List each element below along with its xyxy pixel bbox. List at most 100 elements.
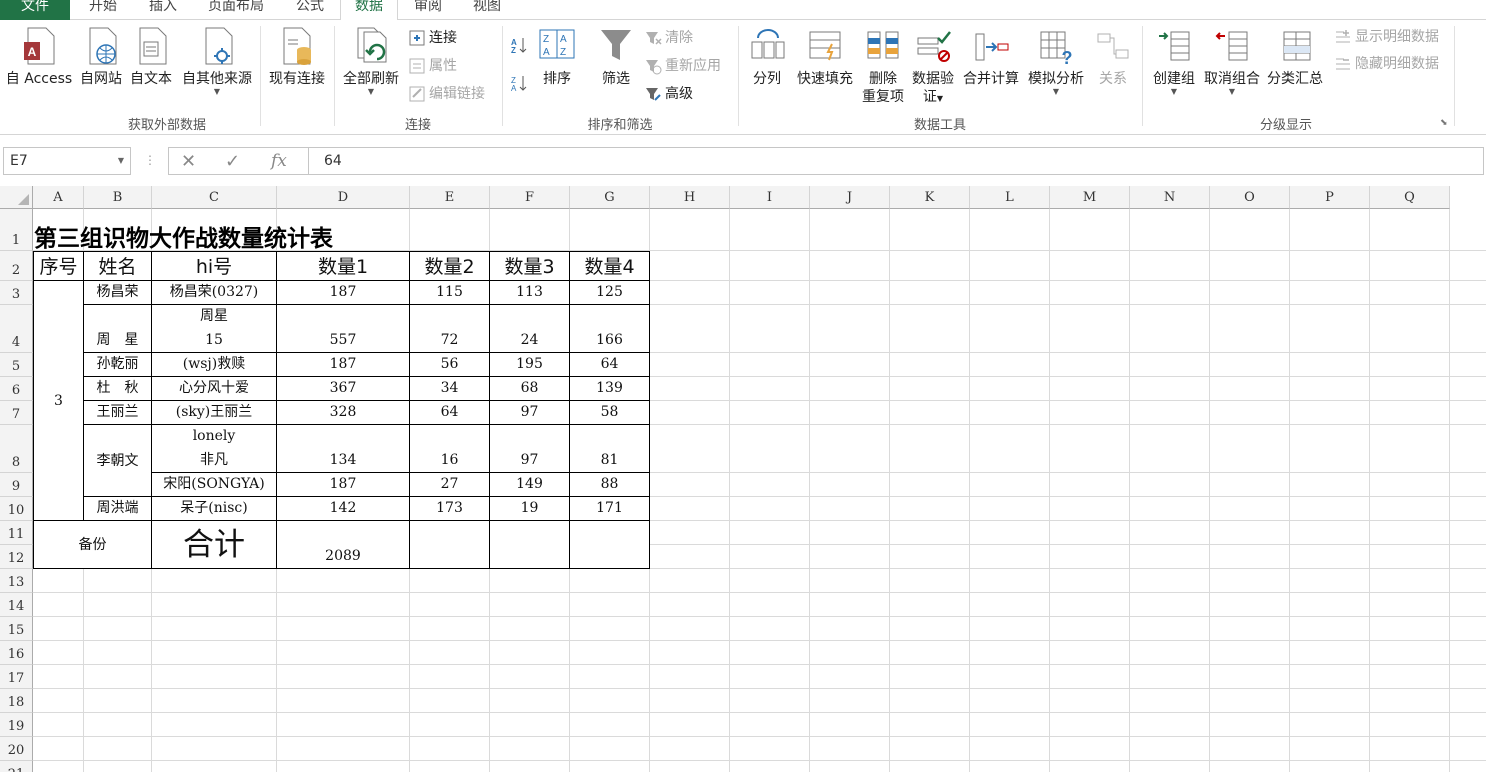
empty-cell[interactable] — [410, 521, 490, 569]
column-header-q[interactable]: Q — [1370, 186, 1450, 209]
row-header[interactable]: 5 — [0, 353, 33, 377]
quantity-cell[interactable]: 195 — [490, 353, 570, 377]
quantity-cell[interactable]: 56 — [410, 353, 490, 377]
group-button[interactable]: 创建组 ▼ — [1146, 24, 1202, 96]
quantity-cell[interactable]: 24 — [490, 305, 570, 353]
tab-formulas[interactable]: 公式 — [282, 0, 338, 20]
row-header[interactable]: 8 — [0, 425, 33, 473]
connections-button[interactable]: 连接 — [408, 27, 457, 49]
empty-cell[interactable] — [490, 521, 570, 569]
row-header[interactable]: 9 — [0, 473, 33, 497]
quantity-cell[interactable]: 58 — [570, 401, 650, 425]
existing-connections-button[interactable]: 现有连接 — [264, 24, 330, 88]
total-label-cell[interactable]: 合计 — [152, 521, 277, 569]
name-cell[interactable]: 李朝文 — [84, 425, 152, 497]
name-cell[interactable]: 周洪端 — [84, 497, 152, 521]
what-if-analysis-button[interactable]: ? 模拟分析 ▼ — [1024, 24, 1088, 96]
row-header[interactable]: 15 — [0, 617, 33, 641]
quantity-cell[interactable]: 171 — [570, 497, 650, 521]
name-cell[interactable]: 杜 秋 — [84, 377, 152, 401]
hi-id-cell[interactable]: 宋阳(SONGYA) — [152, 473, 277, 497]
row-header[interactable]: 4 — [0, 305, 33, 353]
row-header[interactable]: 19 — [0, 713, 33, 737]
name-cell[interactable]: 孙乾丽 — [84, 353, 152, 377]
quantity-cell[interactable]: 19 — [490, 497, 570, 521]
clear-filter-button[interactable]: 清除 — [644, 27, 693, 49]
tab-data[interactable]: 数据 — [340, 0, 398, 21]
text-to-columns-button[interactable]: 分列 — [746, 24, 788, 88]
from-access-button[interactable]: A 自 Access — [4, 24, 74, 88]
column-header-l[interactable]: L — [970, 186, 1050, 209]
header-cell[interactable]: 数量3 — [490, 251, 570, 281]
formula-bar-drag-handle[interactable]: ⋮ — [144, 153, 156, 167]
quantity-cell[interactable]: 187 — [277, 353, 410, 377]
relationships-button[interactable]: 关系 — [1092, 24, 1134, 88]
quantity-cell[interactable]: 115 — [410, 281, 490, 305]
sort-button[interactable]: Z A A Z 排序 — [536, 24, 578, 88]
quantity-cell[interactable]: 81 — [570, 425, 650, 473]
dialog-launcher-icon[interactable]: ⬊ — [1440, 118, 1448, 128]
quantity-cell[interactable]: 134 — [277, 425, 410, 473]
filter-button[interactable]: 筛选 — [594, 24, 638, 88]
hi-id-cell[interactable]: 周星 15 — [152, 305, 277, 353]
from-other-sources-button[interactable]: 自其他来源 ▼ — [177, 24, 257, 96]
row-header[interactable]: 13 — [0, 569, 33, 593]
quantity-cell[interactable]: 187 — [277, 473, 410, 497]
column-header-o[interactable]: O — [1210, 186, 1290, 209]
column-header-n[interactable]: N — [1130, 186, 1210, 209]
row-header[interactable]: 2 — [0, 251, 33, 281]
row-header[interactable]: 16 — [0, 641, 33, 665]
hi-id-cell[interactable]: (sky)王丽兰 — [152, 401, 277, 425]
column-header-g[interactable]: G — [570, 186, 650, 209]
select-all-button[interactable] — [0, 186, 33, 209]
quantity-cell[interactable]: 125 — [570, 281, 650, 305]
quantity-cell[interactable]: 367 — [277, 377, 410, 401]
consolidate-button[interactable]: 合并计算 — [958, 24, 1024, 88]
tab-view[interactable]: 视图 — [458, 0, 516, 20]
empty-cell[interactable] — [570, 521, 650, 569]
name-cell[interactable]: 王丽兰 — [84, 401, 152, 425]
column-header-c[interactable]: C — [152, 186, 277, 209]
subtotal-button[interactable]: 分类汇总 — [1264, 24, 1326, 88]
column-header-j[interactable]: J — [810, 186, 890, 209]
quantity-cell[interactable]: 97 — [490, 425, 570, 473]
name-box[interactable]: E7 ▼ — [3, 147, 131, 175]
row-header[interactable]: 11 — [0, 521, 33, 545]
cancel-icon[interactable]: ✕ — [181, 151, 196, 172]
total-value-cell[interactable]: 2089 — [277, 521, 410, 569]
quantity-cell[interactable]: 68 — [490, 377, 570, 401]
column-header-h[interactable]: H — [650, 186, 730, 209]
hide-detail-button[interactable]: 隐藏明细数据 — [1334, 53, 1439, 75]
group-number-cell[interactable]: 3 — [33, 281, 84, 521]
tab-file[interactable]: 文件 — [0, 0, 70, 20]
name-cell[interactable]: 杨昌荣 — [84, 281, 152, 305]
quantity-cell[interactable]: 173 — [410, 497, 490, 521]
row-header[interactable]: 20 — [0, 737, 33, 761]
quantity-cell[interactable]: 149 — [490, 473, 570, 497]
tab-review[interactable]: 审阅 — [398, 0, 458, 20]
column-header-m[interactable]: M — [1050, 186, 1130, 209]
quantity-cell[interactable]: 88 — [570, 473, 650, 497]
quantity-cell[interactable]: 187 — [277, 281, 410, 305]
worksheet-grid[interactable]: ABCDEFGHIJKLMNOPQ 1 2 3 4 5 6 7 8 9 10 11 12 13 14 15 1… — [0, 186, 1486, 772]
quantity-cell[interactable]: 72 — [410, 305, 490, 353]
column-header-b[interactable]: B — [84, 186, 152, 209]
quantity-cell[interactable]: 142 — [277, 497, 410, 521]
row-header[interactable]: 12 — [0, 545, 33, 569]
flash-fill-button[interactable]: 快速填充 — [792, 24, 858, 88]
column-header-e[interactable]: E — [410, 186, 490, 209]
hi-id-cell[interactable]: (wsj)救赎 — [152, 353, 277, 377]
column-header-p[interactable]: P — [1290, 186, 1370, 209]
properties-button[interactable]: 属性 — [408, 55, 457, 77]
header-cell[interactable]: 数量4 — [570, 251, 650, 281]
quantity-cell[interactable]: 34 — [410, 377, 490, 401]
hi-id-cell[interactable]: 呆子(nisc) — [152, 497, 277, 521]
quantity-cell[interactable]: 139 — [570, 377, 650, 401]
tab-home[interactable]: 开始 — [70, 0, 136, 20]
quantity-cell[interactable]: 328 — [277, 401, 410, 425]
row-header[interactable]: 18 — [0, 689, 33, 713]
reapply-button[interactable]: 重新应用 — [644, 55, 721, 77]
column-header-f[interactable]: F — [490, 186, 570, 209]
quantity-cell[interactable]: 27 — [410, 473, 490, 497]
header-cell[interactable]: hi号 — [152, 251, 277, 281]
